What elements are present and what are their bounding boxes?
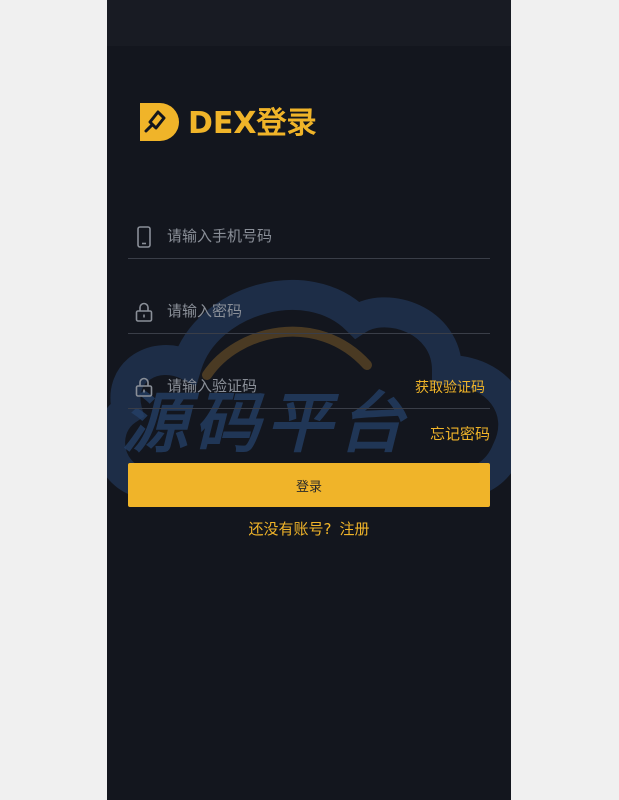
code-input[interactable] [167, 372, 407, 400]
page-title: DEX登录 [188, 106, 317, 141]
code-field: 获取验证码 [128, 368, 490, 409]
password-input[interactable] [167, 297, 407, 325]
get-code-button[interactable]: 获取验证码 [415, 377, 485, 397]
register-prompt: 还没有账号? 注册 [107, 518, 511, 539]
phone-input[interactable] [167, 222, 407, 250]
no-account-text: 还没有账号? [248, 520, 332, 538]
password-field [128, 293, 490, 334]
status-bar [107, 0, 511, 46]
dex-logo-icon [140, 103, 179, 141]
phone-icon [137, 226, 151, 248]
forgot-password-link[interactable]: 忘记密码 [430, 423, 490, 444]
lock-icon [135, 377, 153, 397]
phone-field [128, 218, 490, 259]
login-screen: 源码平台 www.ymtpt.cc DEX登录 获取验证码 [107, 0, 511, 800]
lock-icon [135, 302, 153, 322]
login-button[interactable]: 登录 [128, 463, 490, 507]
register-link[interactable]: 注册 [339, 518, 369, 539]
